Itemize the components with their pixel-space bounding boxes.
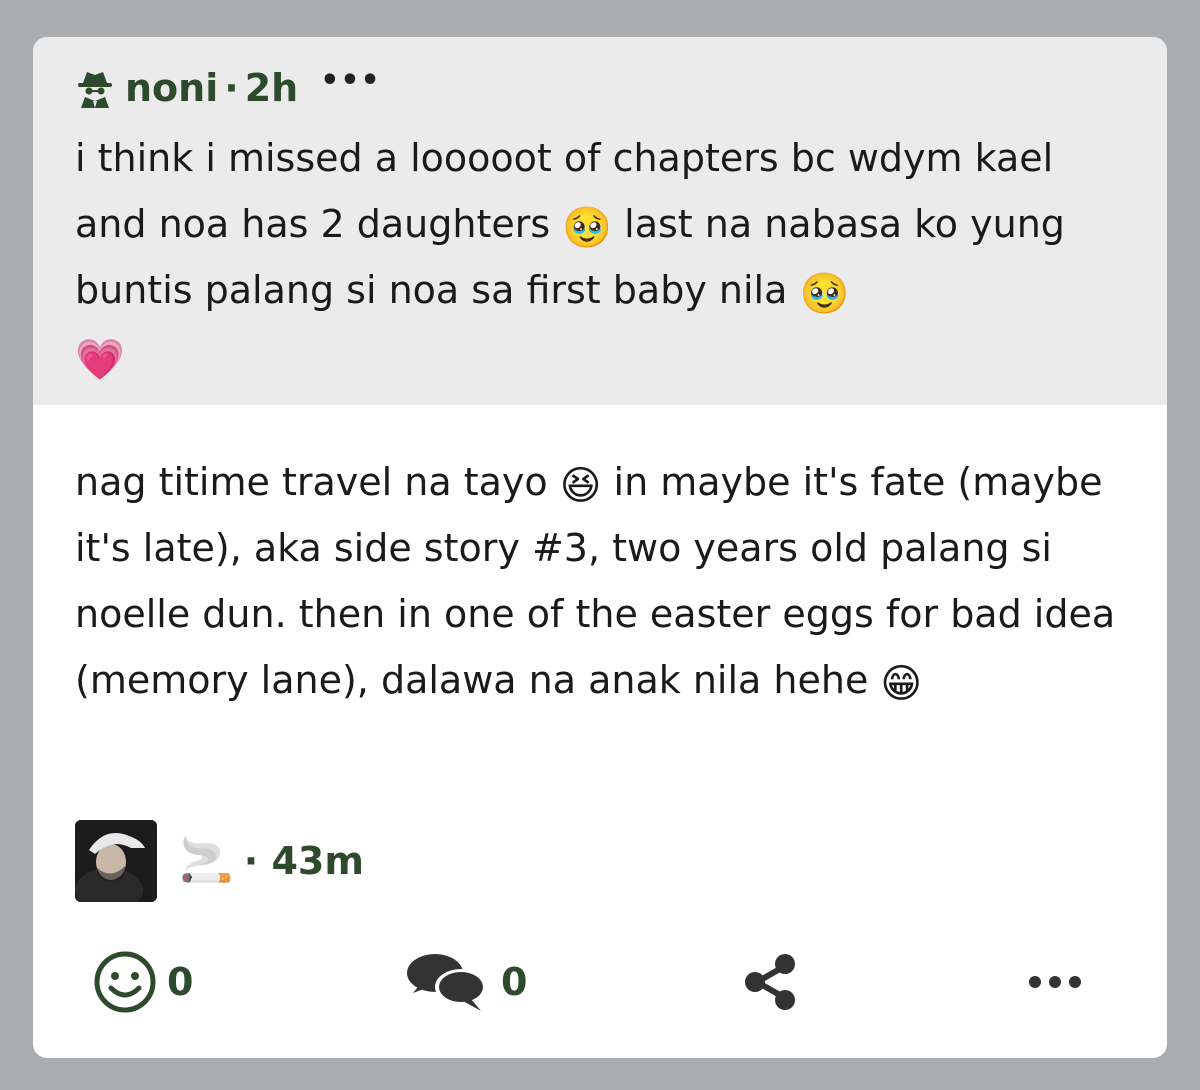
more-options-button[interactable]	[1027, 942, 1083, 1022]
grinning-face-emoji: 😁	[880, 661, 923, 707]
comments-count: 0	[501, 960, 528, 1004]
laughing-face-emoji: 😆	[559, 463, 602, 509]
reply-author-row: 🚬 · 43m	[75, 820, 364, 902]
reactions-count: 0	[167, 960, 194, 1004]
spy-icon	[78, 72, 112, 108]
pink-heart-emoji: 💗	[75, 337, 125, 383]
quoted-more-button[interactable]: •••	[320, 63, 381, 98]
reply-text-part-1: nag titime travel na tayo	[75, 460, 560, 504]
comments-icon	[407, 954, 487, 1011]
reply-time-value: 43m	[271, 839, 364, 883]
pleading-face-emoji: 🥹	[562, 205, 613, 251]
cigarette-emoji: 🚬	[179, 835, 234, 886]
share-button[interactable]	[741, 942, 801, 1022]
quoted-post[interactable]: noni · 2h ••• i think i missed a looooot…	[33, 37, 1167, 405]
comments-button[interactable]: 0	[405, 942, 527, 1022]
reply-timestamp: · 43m	[244, 839, 364, 883]
avatar-photo	[75, 820, 157, 902]
quoted-timestamp: 2h	[244, 66, 299, 110]
reply-text: nag titime travel na tayo 😆 in maybe it'…	[75, 449, 1145, 713]
more-dots-icon	[1029, 976, 1081, 988]
action-bar: 0 0	[33, 942, 1167, 1022]
quoted-post-header: noni · 2h •••	[75, 63, 381, 113]
share-icon	[745, 954, 795, 1010]
reactions-button[interactable]: 0	[93, 942, 193, 1022]
quoted-username[interactable]: noni	[125, 66, 218, 110]
post-card: noni · 2h ••• i think i missed a looooot…	[33, 37, 1167, 1058]
reply-separator: ·	[243, 839, 259, 883]
pleading-face-emoji: 🥹	[799, 271, 850, 317]
quoted-post-text: i think i missed a looooot of chapters b…	[75, 125, 1115, 389]
quoted-separator: ·	[224, 66, 239, 110]
smiley-icon	[94, 951, 156, 1013]
avatar[interactable]	[75, 820, 157, 902]
